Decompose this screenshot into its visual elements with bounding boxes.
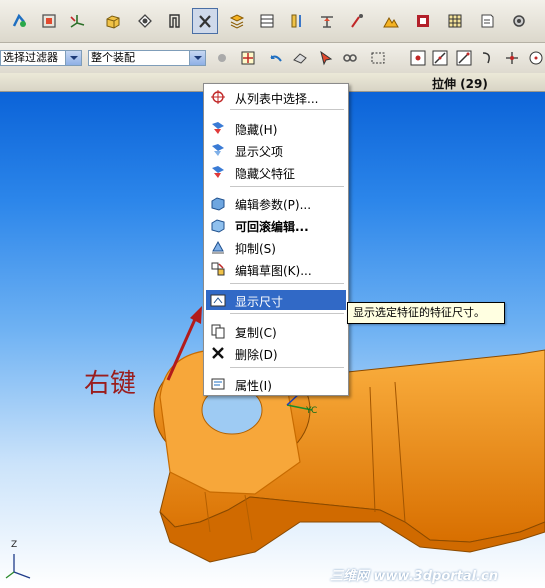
menu-item-label: 复制(C)	[235, 326, 277, 340]
menu-item-label: 从列表中选择...	[235, 92, 319, 106]
menu-item-show-dimensions[interactable]: 显示尺寸	[206, 290, 346, 310]
filter-combo[interactable]: 选择过滤器	[0, 50, 82, 66]
main-toolbar	[0, 0, 545, 43]
datum-csys-icon[interactable]	[36, 8, 62, 34]
menu-item-label: 隐藏父特征	[235, 167, 296, 181]
watermark: 三维网 www.3dportal.cn	[330, 569, 499, 584]
tooltip: 显示选定特征的特征尺寸。	[347, 302, 505, 324]
pointer-icon[interactable]	[318, 50, 334, 66]
menu-item-edit-parameters[interactable]: 编辑参数(P)...	[206, 193, 346, 213]
line-icon[interactable]	[432, 50, 448, 66]
menu-separator	[230, 313, 344, 314]
menu-item-label: 显示尺寸	[235, 295, 284, 309]
undo-icon[interactable]	[268, 50, 284, 66]
menu-separator	[230, 109, 344, 110]
endpoint-icon[interactable]	[456, 50, 472, 66]
right-click-annotation: 右键	[84, 369, 137, 399]
menu-item-hide-parent-feature[interactable]: 隐藏父特征	[206, 162, 346, 182]
mountain-icon[interactable]	[378, 8, 404, 34]
menu-item-hide[interactable]: 隐藏(H)	[206, 118, 346, 138]
chevron-down-icon[interactable]	[189, 51, 205, 65]
suppress-icon	[212, 240, 224, 254]
link-icon[interactable]	[342, 50, 358, 66]
point-icon[interactable]	[410, 50, 426, 66]
rebuild-icon[interactable]	[6, 8, 32, 34]
menu-item-label: 可回滚编辑...	[235, 220, 309, 234]
menu-item-copy[interactable]: 复制(C)	[206, 321, 346, 341]
scope-combo[interactable]: 整个装配	[88, 50, 206, 66]
sphere-icon[interactable]	[132, 8, 158, 34]
settings-icon[interactable]	[214, 50, 230, 66]
menu-item-label: 属性(I)	[235, 379, 272, 393]
selection-toolbar: 选择过滤器 整个装配	[0, 43, 545, 74]
menu-item-label: 隐藏(H)	[235, 123, 278, 137]
hide-icon	[212, 122, 224, 134]
menu-item-delete[interactable]: 删除(D)	[206, 343, 346, 363]
menu-item-label: 抑制(S)	[235, 242, 276, 256]
menu-item-label: 编辑草图(K)...	[235, 264, 312, 278]
center-icon[interactable]	[528, 50, 544, 66]
menu-item-show-parent[interactable]: 显示父项	[206, 140, 346, 160]
sketch-icon	[211, 262, 225, 276]
hide-parent-icon	[212, 166, 224, 178]
menu-separator	[230, 186, 344, 187]
draft-icon[interactable]	[314, 8, 340, 34]
menu-separator	[230, 367, 344, 368]
edit-parameters-icon	[211, 197, 225, 211]
table-icon[interactable]	[254, 8, 280, 34]
chevron-down-icon[interactable]	[65, 51, 81, 65]
snap-point-icon[interactable]	[240, 50, 256, 66]
menu-item-select-from-list[interactable]: 从列表中选择...	[206, 87, 346, 107]
menu-item-edit-sketch[interactable]: 编辑草图(K)...	[206, 259, 346, 279]
rollback-icon	[211, 219, 225, 233]
menu-item-label: 删除(D)	[235, 348, 278, 362]
frame-icon[interactable]	[162, 8, 188, 34]
delete-icon	[212, 347, 224, 359]
eraser-icon[interactable]	[292, 50, 308, 66]
scope-combo-value: 整个装配	[91, 51, 135, 64]
yc-axis-label: YC	[306, 406, 318, 416]
menu-item-properties[interactable]: 属性(I)	[206, 374, 346, 394]
copy-icon	[211, 324, 225, 339]
gear-icon[interactable]	[506, 8, 532, 34]
sheet-icon[interactable]	[474, 8, 500, 34]
box-select-icon[interactable]	[370, 50, 386, 66]
show-parent-icon	[212, 144, 224, 156]
dimension-icon	[210, 294, 226, 307]
shape-studio-icon[interactable]	[410, 8, 436, 34]
arc-icon[interactable]	[480, 50, 496, 66]
layers-icon[interactable]	[224, 8, 250, 34]
crosshair-icon	[211, 90, 225, 104]
menu-separator	[230, 283, 344, 284]
filter-combo-value: 选择过滤器	[3, 51, 58, 64]
menu-item-edit-with-rollback[interactable]: 可回滚编辑...	[206, 215, 346, 235]
brush-icon[interactable]	[344, 8, 370, 34]
intersection-icon[interactable]	[504, 50, 520, 66]
measure-icon[interactable]	[284, 8, 310, 34]
z-axis-label: Z	[11, 540, 18, 550]
properties-icon	[211, 378, 225, 390]
block-icon[interactable]	[100, 8, 126, 34]
axes-icon[interactable]	[64, 8, 90, 34]
tools-icon[interactable]	[192, 8, 218, 34]
menu-item-suppress[interactable]: 抑制(S)	[206, 237, 346, 257]
menu-item-label: 显示父项	[235, 145, 284, 159]
context-menu: 从列表中选择... 隐藏(H) 显示父项 隐藏父特征 编辑参数(P)... 可回…	[203, 83, 349, 396]
menu-item-label: 编辑参数(P)...	[235, 198, 312, 212]
grid-icon[interactable]	[442, 8, 468, 34]
status-text: 拉伸 (29)	[432, 77, 488, 91]
